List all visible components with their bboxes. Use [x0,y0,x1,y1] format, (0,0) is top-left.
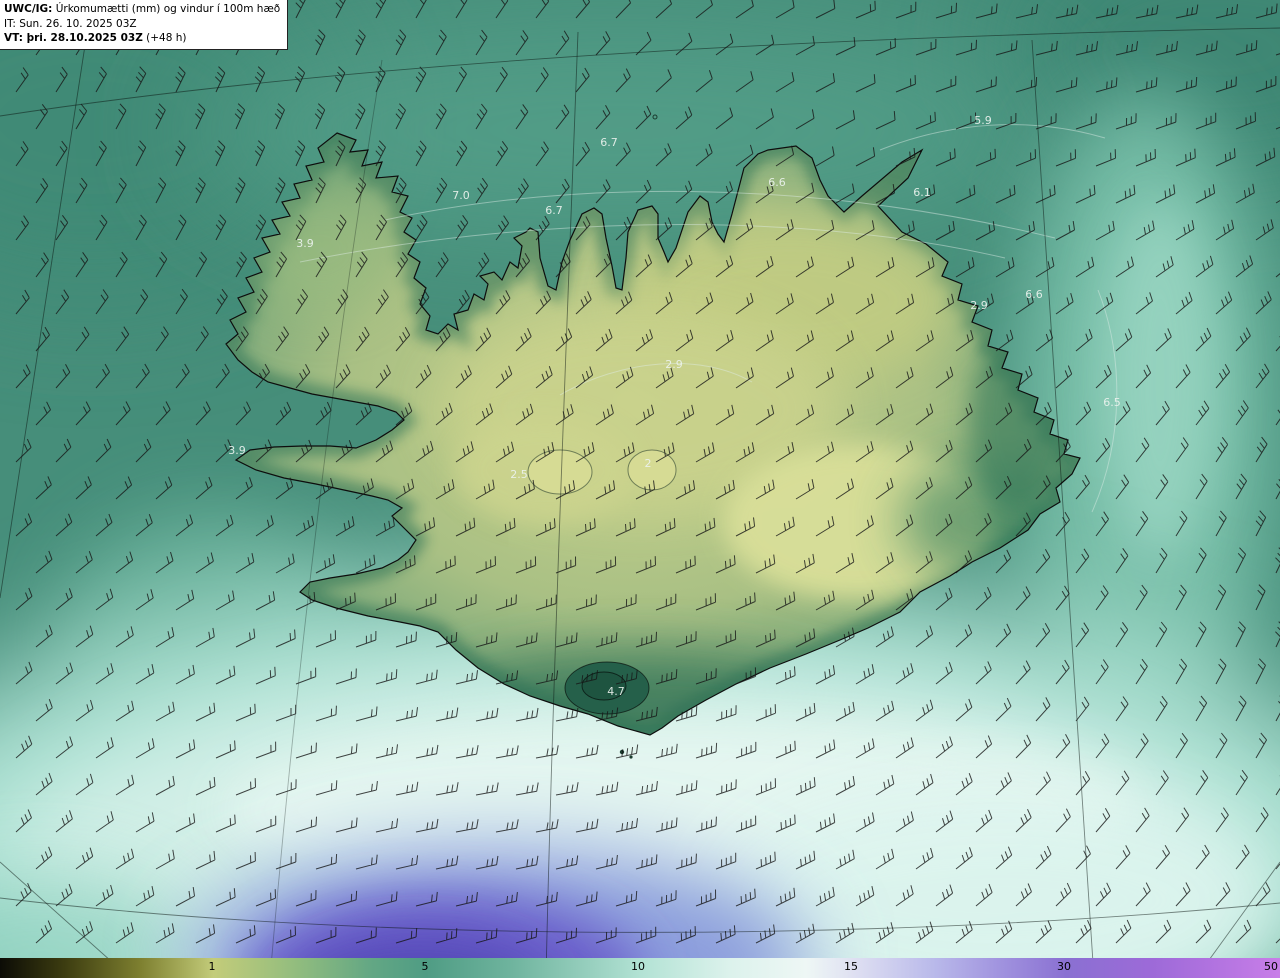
contour-label: 6.6 [768,176,786,189]
contour-label: 6.1 [913,186,931,199]
title-line-init: IT: Sun. 26. 10. 2025 03Z [4,17,280,32]
contour-label: 6.7 [545,204,563,217]
contour-label: 3.9 [296,237,314,250]
contour-label: 7.0 [452,189,470,202]
glacier-hofsjokull [628,450,676,490]
glacier-langjokull [528,450,592,494]
colorbar-tick-label: 10 [631,960,645,973]
colorbar: 1510153050 [0,958,1280,978]
contour-label: 2 [645,457,652,470]
contour-label: 4.7 [607,685,625,698]
map-title-box: UWC/IG: Úrkomumætti (mm) og vindur í 100… [0,0,288,50]
colorbar-tick-label: 50 [1264,960,1278,973]
contour-label: 3.9 [228,444,246,457]
model-name: UWC/IG: [4,3,52,15]
contour-label: 2.9 [665,358,683,371]
weather-map: 5.9 6.7 7.0 6.7 6.6 6.1 3.9 2.9 6.6 6.5 2.9 3.9 2.5 2… [0,0,1280,978]
contour-label: 6.5 [1103,396,1121,409]
contour-label: 6.6 [1025,288,1043,301]
colorbar-tick-label: 15 [844,960,858,973]
colorbar-tick-label: 5 [422,960,429,973]
contour-label: 2.5 [510,468,528,481]
title-line-model: UWC/IG: Úrkomumætti (mm) og vindur í 100… [4,2,280,17]
contour-label: 5.9 [974,114,992,127]
weather-map-canvas: 5.9 6.7 7.0 6.7 6.6 6.1 3.9 2.9 6.6 6.5 2.9 3.9 2.5 2… [0,0,1280,978]
contour-label: 2.9 [970,299,988,312]
colorbar-tick-label: 30 [1057,960,1071,973]
colorbar-tick-label: 1 [209,960,216,973]
title-line-valid: VT: þri. 28.10.2025 03Z (+48 h) [4,31,280,46]
contour-label: 6.7 [600,136,618,149]
